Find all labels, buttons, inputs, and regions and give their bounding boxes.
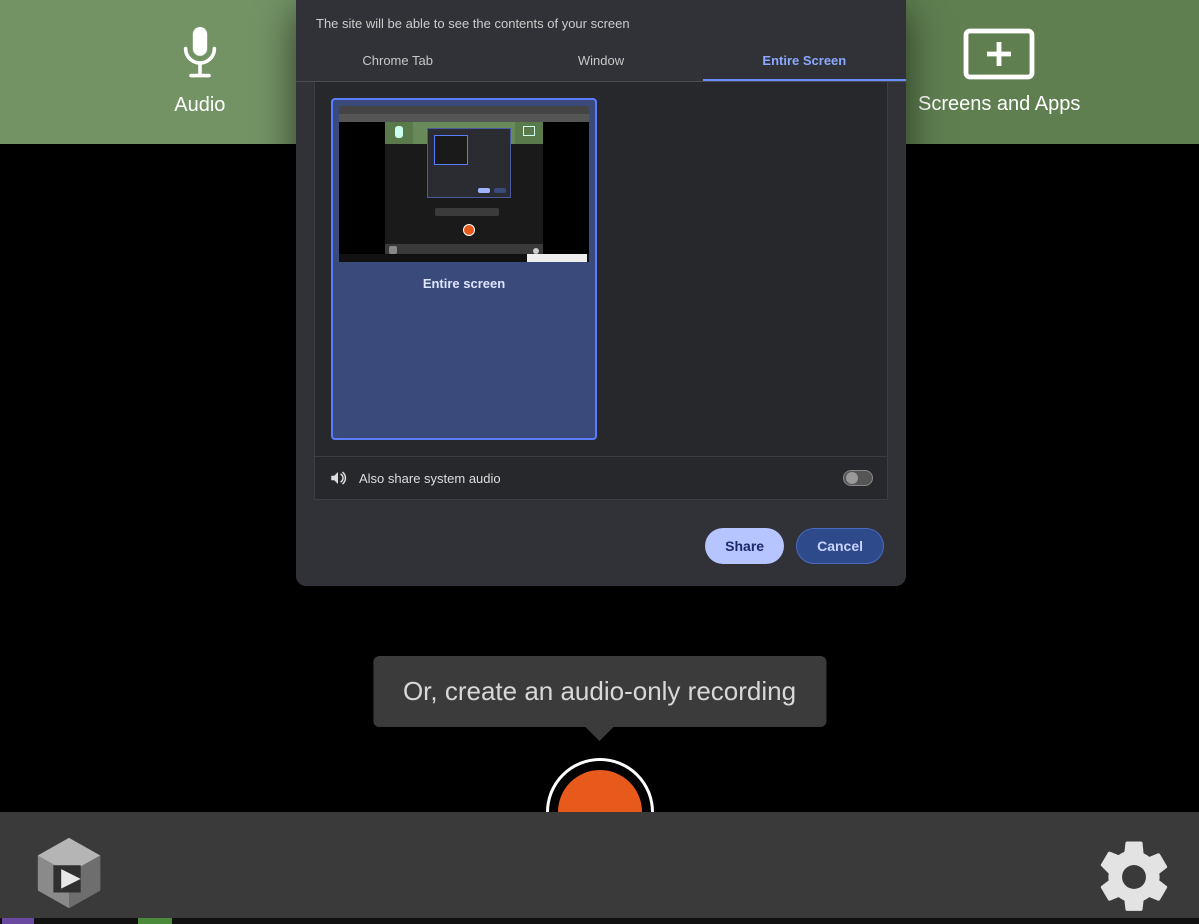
screen-thumbnail-entire[interactable]: Entire screen <box>331 98 597 440</box>
toggle-knob <box>846 472 858 484</box>
share-tabs: Chrome Tab Window Entire Screen <box>296 41 906 82</box>
speaker-icon <box>329 469 347 487</box>
audio-only-tooltip: Or, create an audio-only recording <box>373 656 826 727</box>
screen-add-icon <box>963 28 1035 85</box>
bottom-bar <box>0 812 1199 918</box>
share-system-audio-row: Also share system audio <box>315 456 887 499</box>
taskbar-chip <box>2 918 34 924</box>
app-logo-icon <box>30 834 108 912</box>
screen-preview-image <box>339 106 589 262</box>
screens-apps-label: Screens and Apps <box>918 93 1080 116</box>
taskbar-chip <box>138 918 172 924</box>
screen-thumbnails: Entire screen <box>315 82 887 456</box>
audio-option-label: Audio <box>174 94 225 117</box>
tab-window[interactable]: Window <box>499 41 702 81</box>
cancel-button[interactable]: Cancel <box>796 528 884 564</box>
microphone-icon <box>176 27 224 86</box>
share-screen-dialog: The site will be able to see the content… <box>296 0 906 586</box>
dialog-subtitle: The site will be able to see the content… <box>296 0 906 41</box>
os-taskbar <box>0 918 1199 924</box>
share-system-audio-label: Also share system audio <box>359 471 831 486</box>
share-system-audio-toggle[interactable] <box>843 470 873 486</box>
share-button[interactable]: Share <box>705 528 784 564</box>
thumbnail-caption: Entire screen <box>333 268 595 301</box>
tab-entire-screen[interactable]: Entire Screen <box>703 41 906 81</box>
dialog-actions: Share Cancel <box>296 500 906 586</box>
settings-button[interactable] <box>1093 836 1175 918</box>
tab-chrome-tab[interactable]: Chrome Tab <box>296 41 499 81</box>
share-content-panel: Entire screen Also share system audio <box>314 82 888 500</box>
